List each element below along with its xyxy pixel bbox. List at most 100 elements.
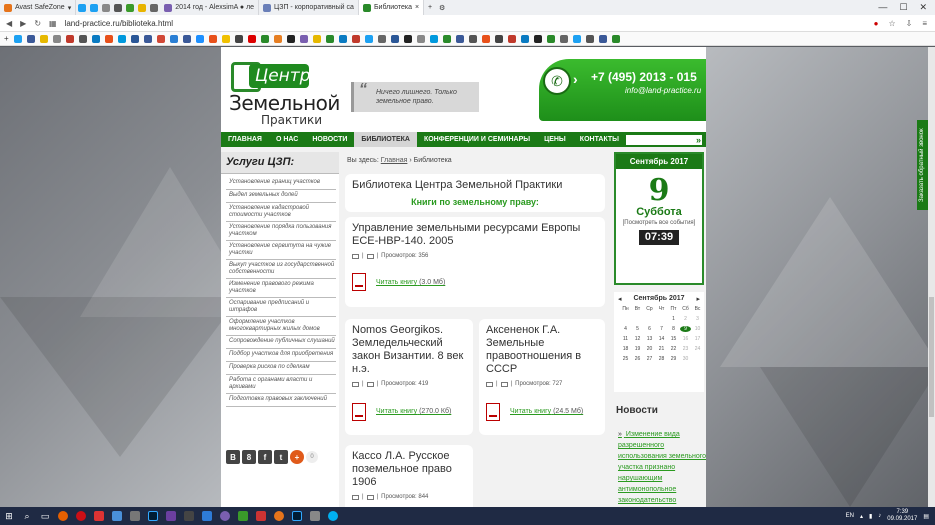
bookmark-icon[interactable]	[273, 34, 282, 43]
nav-contacts[interactable]: КОНТАКТЫ	[573, 132, 626, 147]
url-field[interactable]: land-practice.ru/biblioteka.html	[65, 19, 174, 28]
ok-share-icon[interactable]: 8	[242, 450, 256, 464]
read-book-link[interactable]: Читать книгу	[376, 279, 417, 286]
calendar-day[interactable]: 29	[668, 356, 679, 362]
bookmark-icon[interactable]	[507, 34, 516, 43]
search-go-icon[interactable]: »	[696, 135, 701, 145]
print-icon[interactable]	[352, 381, 359, 387]
service-link[interactable]: Установление кадастровой стоимости участ…	[226, 203, 336, 222]
service-link[interactable]: Выдел земельных долей	[226, 190, 336, 203]
tab-alexsima[interactable]: 2014 год - AlexsimA ● ле	[160, 0, 260, 15]
close-window-icon[interactable]: ✕	[919, 2, 927, 13]
nav-about[interactable]: О НАС	[269, 132, 305, 147]
new-tab-button[interactable]: +	[424, 0, 436, 15]
bookmark-icon[interactable]	[117, 34, 126, 43]
calendar-day[interactable]: 4	[620, 326, 631, 332]
calendar-day[interactable]: 3	[692, 316, 703, 322]
bookmark-icon[interactable]	[442, 34, 451, 43]
scrollbar-thumb[interactable]	[929, 297, 934, 417]
service-link[interactable]: Выкуп участков из государственной собств…	[226, 260, 336, 279]
nav-library[interactable]: БИБЛИОТЕКА	[354, 132, 417, 147]
back-icon[interactable]: ◀	[6, 19, 12, 28]
calendar-day[interactable]: 21	[656, 346, 667, 352]
bookmark-icon[interactable]	[234, 34, 243, 43]
logo-bottom[interactable]: Практики	[261, 113, 322, 127]
calendar-day[interactable]: 23	[680, 346, 691, 352]
bookmark-icon[interactable]	[13, 34, 22, 43]
calendar-day[interactable]: 2	[680, 316, 691, 322]
network-icon[interactable]: ▮	[869, 513, 872, 520]
calendar-day[interactable]: 7	[656, 326, 667, 332]
download-icon[interactable]: ⇩	[906, 19, 913, 28]
bookmark-icon[interactable]	[195, 34, 204, 43]
bookmark-icon[interactable]	[26, 34, 35, 43]
avast-browser-icon[interactable]	[270, 507, 288, 525]
bookmark-icon[interactable]	[130, 34, 139, 43]
search-input[interactable]: »	[626, 134, 702, 145]
book-title[interactable]: Аксененок Г.А. Земельные правоотношения …	[486, 324, 602, 376]
pdf-icon[interactable]	[352, 403, 366, 421]
tray-icon[interactable]: ▴	[860, 513, 863, 520]
add-bookmark-icon[interactable]: +	[4, 34, 9, 43]
facebook-share-icon[interactable]: f	[258, 450, 272, 464]
calendar-day[interactable]: 15	[668, 336, 679, 342]
opera-icon[interactable]	[72, 507, 90, 525]
app-icon[interactable]	[306, 507, 324, 525]
email-icon[interactable]	[366, 253, 374, 259]
calendar-day[interactable]: 18	[620, 346, 631, 352]
pinned-tab-docs[interactable]	[136, 0, 148, 15]
calendar-day[interactable]: 20	[644, 346, 655, 352]
close-tab-icon[interactable]: ×	[415, 4, 419, 11]
calendar-day[interactable]: 10	[692, 326, 703, 332]
bookmark-icon[interactable]	[299, 34, 308, 43]
callback-tab[interactable]: Заказать обратный звонок	[917, 120, 928, 210]
book-title[interactable]: Кассо Л.А. Русское поземельное право 190…	[352, 450, 470, 489]
book-title[interactable]: Nomos Georgikos. Земледельческий закон В…	[352, 324, 470, 376]
bookmark-icon[interactable]	[338, 34, 347, 43]
forward-icon[interactable]: ▶	[20, 19, 26, 28]
news-link[interactable]: Изменение вида разрешенного использовани…	[618, 431, 706, 504]
bookmark-icon[interactable]	[260, 34, 269, 43]
bookmark-icon[interactable]	[221, 34, 230, 43]
bookmark-icon[interactable]	[39, 34, 48, 43]
language-indicator[interactable]: EN	[846, 513, 854, 519]
book-title[interactable]: Управление земельными ресурсами Европы E…	[352, 222, 602, 248]
nav-home[interactable]: ГЛАВНАЯ	[221, 132, 269, 147]
calendar-day[interactable]: 16	[680, 336, 691, 342]
service-link[interactable]: Установление порядка пользования участко…	[226, 222, 336, 241]
bookmark-icon[interactable]	[143, 34, 152, 43]
calendar-day[interactable]: 14	[656, 336, 667, 342]
calendar-day[interactable]: 8	[668, 326, 679, 332]
bookmark-icon[interactable]	[91, 34, 100, 43]
service-link[interactable]: Изменение правового режима участков	[226, 279, 336, 298]
bookmark-icon[interactable]	[312, 34, 321, 43]
bookmark-icon[interactable]	[585, 34, 594, 43]
email-link[interactable]: info@land-practice.ru	[625, 86, 701, 95]
tab-avast[interactable]: Avast SafeZone ▾	[0, 0, 77, 15]
email-icon[interactable]	[500, 381, 508, 387]
app-icon[interactable]	[216, 507, 234, 525]
calendar-day[interactable]: 11	[620, 336, 631, 342]
pinned-tab-twitter[interactable]	[76, 0, 88, 15]
calendar-day[interactable]: 25	[620, 356, 631, 362]
calendar-day[interactable]: 9	[680, 326, 691, 332]
bookmark-icon[interactable]	[325, 34, 334, 43]
app-icon[interactable]	[126, 507, 144, 525]
calendar-day[interactable]: 27	[644, 356, 655, 362]
scrollbar[interactable]	[928, 47, 935, 507]
all-events-link[interactable]: [Посмотреть все события]	[616, 220, 702, 226]
bookmark-icon[interactable]	[611, 34, 620, 43]
vk-share-icon[interactable]: В	[226, 450, 240, 464]
service-link[interactable]: Установление границ участков	[226, 177, 336, 190]
print-icon[interactable]	[486, 381, 493, 387]
bookmark-icon[interactable]	[403, 34, 412, 43]
bookmark-icon[interactable]	[104, 34, 113, 43]
bookmark-icon[interactable]	[377, 34, 386, 43]
windows-start-icon[interactable]: ⊞	[0, 507, 18, 525]
bookmark-icon[interactable]	[65, 34, 74, 43]
read-book-link[interactable]: Читать книгу	[510, 408, 551, 415]
pinned-tab-green[interactable]	[124, 0, 136, 15]
clock[interactable]: 7:39 09.09.2017	[887, 509, 917, 523]
bookmark-icon[interactable]	[533, 34, 542, 43]
photoshop-icon[interactable]	[288, 507, 306, 525]
